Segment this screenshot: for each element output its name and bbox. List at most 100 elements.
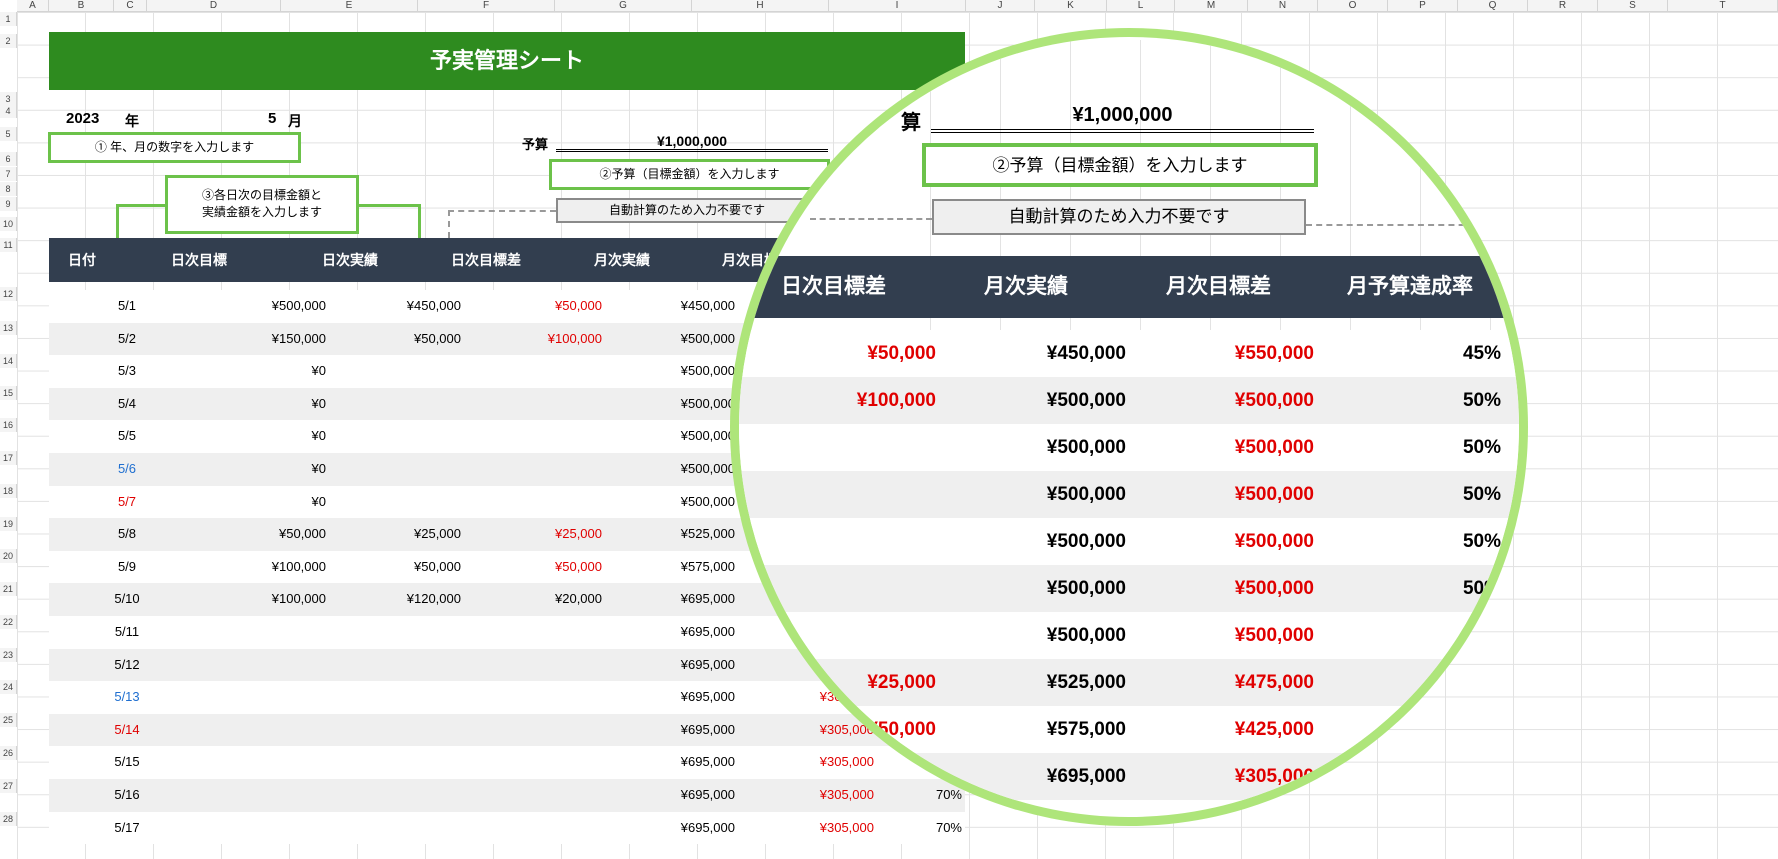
- column-header[interactable]: G: [555, 0, 692, 12]
- cell-daily-actual[interactable]: [336, 388, 461, 421]
- cell-daily-actual[interactable]: ¥450,000: [336, 290, 461, 323]
- cell-daily-actual[interactable]: [336, 486, 461, 519]
- cell-daily-diff[interactable]: ¥100,000: [464, 323, 602, 356]
- cell-monthly-actual[interactable]: ¥695,000: [603, 681, 735, 714]
- cell-daily-target[interactable]: ¥0: [199, 453, 326, 486]
- row-header[interactable]: 17: [0, 451, 17, 465]
- cell-date[interactable]: 5/3: [97, 355, 157, 388]
- cell-daily-target[interactable]: ¥500,000: [199, 290, 326, 323]
- cell-daily-diff[interactable]: ¥20,000: [464, 583, 602, 616]
- cell-daily-actual[interactable]: [336, 649, 461, 682]
- cell-daily-target[interactable]: ¥150,000: [199, 323, 326, 356]
- cell-daily-diff[interactable]: [464, 486, 602, 519]
- cell-daily-target[interactable]: [199, 681, 326, 714]
- header-monthly-actual[interactable]: 月次実績: [594, 238, 650, 282]
- cell-daily-actual[interactable]: [336, 746, 461, 779]
- cell-monthly-actual[interactable]: ¥500,000: [603, 388, 735, 421]
- column-header[interactable]: Q: [1458, 0, 1528, 12]
- cell-daily-diff[interactable]: ¥50,000: [464, 290, 602, 323]
- cell-monthly-actual[interactable]: ¥575,000: [603, 551, 735, 584]
- row-header[interactable]: 6: [0, 152, 17, 166]
- row-header[interactable]: 11: [0, 238, 17, 252]
- row-header[interactable]: 15: [0, 386, 17, 400]
- cell-date[interactable]: 5/17: [97, 812, 157, 845]
- row-header[interactable]: 8: [0, 182, 17, 196]
- cell-date[interactable]: 5/10: [97, 583, 157, 616]
- cell-daily-diff[interactable]: [464, 420, 602, 453]
- row-header[interactable]: 25: [0, 713, 17, 727]
- cell-daily-target[interactable]: [199, 616, 326, 649]
- cell-monthly-actual[interactable]: ¥450,000: [603, 290, 735, 323]
- cell-daily-diff[interactable]: [464, 779, 602, 812]
- cell-monthly-actual[interactable]: ¥500,000: [603, 355, 735, 388]
- column-header[interactable]: I: [829, 0, 966, 12]
- cell-monthly-actual[interactable]: ¥500,000: [603, 323, 735, 356]
- cell-date[interactable]: 5/5: [97, 420, 157, 453]
- cell-daily-actual[interactable]: [336, 420, 461, 453]
- row-header[interactable]: 12: [0, 287, 17, 301]
- cell-daily-diff[interactable]: ¥25,000: [464, 518, 602, 551]
- cell-daily-diff[interactable]: [464, 355, 602, 388]
- cell-monthly-actual[interactable]: ¥500,000: [603, 486, 735, 519]
- year-value[interactable]: 2023: [66, 110, 99, 127]
- row-header[interactable]: 14: [0, 354, 17, 368]
- cell-daily-actual[interactable]: [336, 714, 461, 747]
- column-header[interactable]: B: [49, 0, 114, 12]
- cell-date[interactable]: 5/2: [97, 323, 157, 356]
- cell-monthly-actual[interactable]: ¥695,000: [603, 649, 735, 682]
- column-header[interactable]: N: [1248, 0, 1318, 12]
- cell-daily-target[interactable]: ¥50,000: [199, 518, 326, 551]
- cell-daily-diff[interactable]: [464, 746, 602, 779]
- cell-monthly-actual[interactable]: ¥695,000: [603, 812, 735, 845]
- cell-daily-target[interactable]: ¥0: [199, 420, 326, 453]
- cell-monthly-actual[interactable]: ¥525,000: [603, 518, 735, 551]
- row-header[interactable]: 13: [0, 321, 17, 335]
- cell-date[interactable]: 5/15: [97, 746, 157, 779]
- cell-date[interactable]: 5/14: [97, 714, 157, 747]
- row-header[interactable]: 24: [0, 680, 17, 694]
- header-daily-actual[interactable]: 日次実績: [322, 238, 378, 282]
- row-header[interactable]: 18: [0, 484, 17, 498]
- cell-daily-diff[interactable]: [464, 812, 602, 845]
- column-header[interactable]: F: [418, 0, 555, 12]
- row-header[interactable]: 2: [0, 34, 17, 48]
- row-header[interactable]: 1: [0, 12, 17, 26]
- row-header[interactable]: 9: [0, 197, 17, 211]
- cell-monthly-actual[interactable]: ¥500,000: [603, 420, 735, 453]
- cell-daily-target[interactable]: ¥0: [199, 388, 326, 421]
- column-header[interactable]: O: [1318, 0, 1388, 12]
- cell-daily-target[interactable]: ¥0: [199, 355, 326, 388]
- cell-daily-actual[interactable]: ¥25,000: [336, 518, 461, 551]
- cell-daily-diff[interactable]: [464, 714, 602, 747]
- cell-monthly-actual[interactable]: ¥695,000: [603, 746, 735, 779]
- column-header[interactable]: K: [1035, 0, 1107, 12]
- column-header[interactable]: A: [17, 0, 49, 12]
- column-header[interactable]: D: [147, 0, 281, 12]
- column-header[interactable]: H: [692, 0, 829, 12]
- column-header[interactable]: L: [1107, 0, 1175, 12]
- cell-daily-target[interactable]: [199, 779, 326, 812]
- header-daily-target[interactable]: 日次目標: [171, 238, 227, 282]
- cell-daily-diff[interactable]: [464, 649, 602, 682]
- cell-daily-actual[interactable]: [336, 616, 461, 649]
- cell-daily-target[interactable]: [199, 649, 326, 682]
- cell-daily-actual[interactable]: ¥120,000: [336, 583, 461, 616]
- cell-daily-diff[interactable]: ¥50,000: [464, 551, 602, 584]
- column-header[interactable]: C: [114, 0, 147, 12]
- cell-daily-actual[interactable]: [336, 779, 461, 812]
- column-header[interactable]: T: [1668, 0, 1778, 12]
- cell-date[interactable]: 5/8: [97, 518, 157, 551]
- cell-daily-diff[interactable]: [464, 388, 602, 421]
- column-header[interactable]: S: [1598, 0, 1668, 12]
- cell-monthly-actual[interactable]: ¥695,000: [603, 714, 735, 747]
- row-header[interactable]: 7: [0, 167, 17, 181]
- cell-monthly-actual[interactable]: ¥695,000: [603, 779, 735, 812]
- row-header[interactable]: 20: [0, 549, 17, 563]
- column-header[interactable]: E: [281, 0, 418, 12]
- cell-date[interactable]: 5/13: [97, 681, 157, 714]
- zoomed-budget-value[interactable]: ¥1,000,000: [931, 104, 1314, 133]
- cell-daily-target[interactable]: ¥100,000: [199, 583, 326, 616]
- cell-daily-target[interactable]: ¥0: [199, 486, 326, 519]
- cell-date[interactable]: 5/6: [97, 453, 157, 486]
- cell-monthly-actual[interactable]: ¥695,000: [603, 616, 735, 649]
